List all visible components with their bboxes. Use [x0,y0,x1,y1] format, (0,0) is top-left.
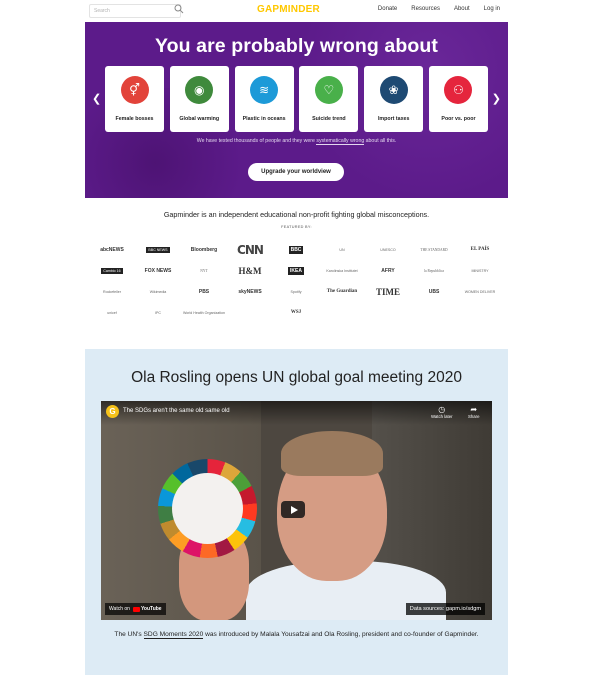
topic-card-global-warming[interactable]: ◉ Global warming [169,66,229,132]
press-logos: abcNEWS BBC NEWS Bloomberg CNN BBC UN UN… [90,241,502,321]
heartbeat-icon: ♡ [314,76,343,104]
youtube-logo-icon: YouTube [132,606,162,612]
press-logo: Spotify [290,289,302,294]
press-logo: Bloomberg [190,246,218,253]
share-icon: ➦ [470,405,478,414]
clock-icon: ◷ [438,405,446,414]
press-logo: PBS [198,288,210,295]
video-section-title: Ola Rosling opens UN global goal meeting… [131,369,462,386]
press-logo: The Guardian [326,289,358,294]
press-logo: IPC [155,310,161,315]
press-logo: Rockefeller [103,289,121,294]
press-logo: BBC NEWS [136,241,180,258]
main-nav: Donate Resources About Log in [378,6,500,12]
gapminder-logo[interactable]: GAPMINDER [257,4,320,15]
topic-card-label: Global warming [179,116,220,122]
press-logo-text: Cambio 16 [101,267,123,274]
topic-cards: ⚥ Female bosses ◉ Global warming ≋ Plast… [105,66,488,132]
nav-about[interactable]: About [454,6,470,12]
press-logo: EL PAÍS [470,247,490,252]
search-icon[interactable] [174,4,184,14]
press-logo-text: BBC [288,245,304,254]
data-source-overlay: Data sources: gapm.io/sdgm [405,603,485,615]
press-logo: unicef [107,310,117,315]
press-logo: MINISTRY [471,268,489,273]
hero-sub-text-end: about all this. [364,138,397,144]
press-logo-text: IKEA [288,266,304,275]
gender-icon: ⚥ [120,76,149,104]
people-icon: ⚇ [444,76,473,104]
topic-card-label: Suicide trend [312,116,346,122]
eye-icon: ◉ [185,76,214,104]
carousel-prev-icon[interactable]: ❮ [92,92,101,105]
press-logo: Wikimedia [149,289,167,294]
press-logo: CNN [237,242,264,257]
press-logo: la Repubblica [424,268,444,273]
press-logo: IKEA [274,262,318,279]
tagline: Gapminder is an independent educational … [163,210,430,219]
watch-later-label: Watch later [431,414,453,419]
nav-resources[interactable]: Resources [411,6,440,12]
press-logo: Cambio 16 [90,262,134,279]
press-logo: abcNEWS [100,246,124,253]
press-logo: WSJ [290,310,302,315]
topic-card-poor-vs-poor[interactable]: ⚇ Poor vs. poor [428,66,488,132]
sdg-moments-link[interactable]: SDG Moments 2020 [143,631,204,639]
hero-title: You are probably wrong about [154,35,439,57]
search-input[interactable] [89,4,181,18]
press-logo: UBS [428,288,440,295]
press-logo: skyNEWS [238,288,262,295]
topic-card-plastic-oceans[interactable]: ≋ Plastic in oceans [234,66,294,132]
share-button[interactable]: ➦ Share [468,405,479,419]
press-logo: WOMEN DELIVER [464,289,496,294]
nav-login[interactable]: Log in [484,6,500,12]
press-logo: Karolinska Institutet [326,268,358,273]
topic-card-female-bosses[interactable]: ⚥ Female bosses [105,66,164,132]
sdg-wheel-center [172,473,243,544]
site-header: GAPMINDER Donate Resources About Log in [85,0,508,22]
topic-card-label: Plastic in oceans [242,116,286,122]
video-player[interactable]: G The SDGs aren't the same old same old … [101,401,492,620]
video-section: Ola Rosling opens UN global goal meeting… [85,349,508,675]
press-logo: FOX NEWS [144,267,172,274]
watch-on-youtube-button[interactable]: Watch on YouTube [105,603,166,615]
play-icon [290,505,298,514]
hero-banner: You are probably wrong about ❮ ❯ ⚥ Femal… [85,22,508,198]
play-button[interactable] [281,501,305,518]
caption-text: The UN's [114,631,144,638]
press-logo: THE STANDARD [420,247,448,252]
video-title[interactable]: The SDGs aren't the same old same old [123,408,230,414]
carousel-next-icon[interactable]: ❯ [492,92,501,105]
upgrade-worldview-button[interactable]: Upgrade your worldview [248,163,344,181]
video-caption: The UN's SDG Moments 2020 was introduced… [105,629,488,640]
press-logo-text: BBC NEWS [146,246,170,253]
press-logo: NYT [200,268,208,273]
topic-card-label: Poor vs. poor [441,116,476,122]
press-logo: UNESCO [380,247,396,252]
youtube-label: YouTube [140,606,162,612]
press-logo: World Health Organization [182,310,226,315]
press-logo: BBC [274,241,318,258]
featured-label: FEATURED BY: [281,225,312,229]
watch-on-label: Watch on [109,606,130,612]
caption-text-end: was introduced by Malala Yousafzai and O… [203,631,479,638]
press-logo: TIME [375,286,400,297]
topic-card-import-taxes[interactable]: ❀ Import taxes [364,66,424,132]
hero-subtitle: We have tested thousands of people and t… [85,138,508,145]
topic-card-label: Female bosses [115,116,154,122]
topic-card-suicide-trend[interactable]: ♡ Suicide trend [299,66,359,132]
topic-card-label: Import taxes [377,116,410,122]
watch-later-button[interactable]: ◷ Watch later [431,405,453,419]
waves-icon: ≋ [250,76,279,104]
press-logo: UN [339,247,345,252]
hero-sub-text: We have tested thousands of people and t… [196,138,317,144]
nav-donate[interactable]: Donate [378,6,397,12]
share-label: Share [468,414,480,419]
video-person [281,431,383,476]
press-logo: H&M [238,265,262,276]
channel-logo-icon[interactable]: G [106,405,119,418]
press-logo: AFRY [381,267,395,274]
dove-icon: ❀ [379,76,408,104]
systematically-wrong-link[interactable]: systematically wrong [316,138,365,145]
